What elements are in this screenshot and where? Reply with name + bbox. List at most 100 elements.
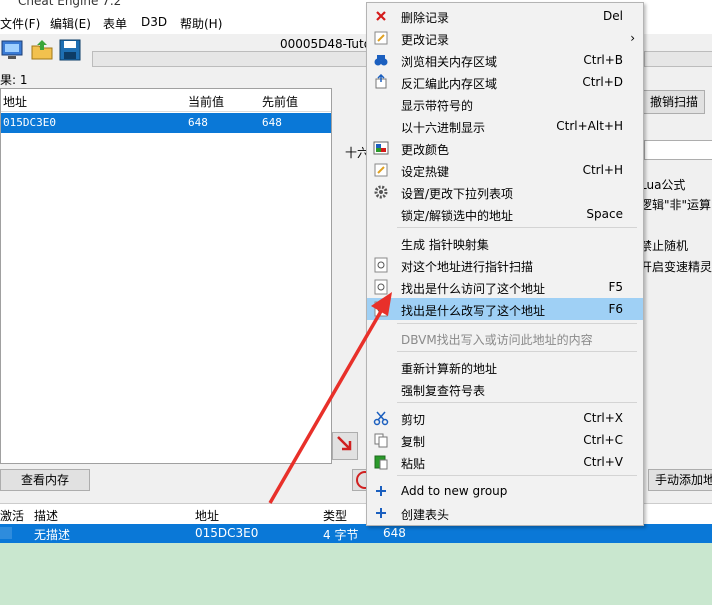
menu-shortcut: F6 bbox=[608, 302, 623, 316]
plus-icon bbox=[373, 505, 389, 521]
menu-label: 锁定/解锁选中的地址 bbox=[401, 209, 514, 223]
col-table-address[interactable]: 地址 bbox=[195, 507, 219, 524]
gear-icon bbox=[373, 184, 389, 200]
menu-item-create-header[interactable]: 创建表头 bbox=[367, 502, 643, 524]
menu-item-find-write[interactable]: 找出是什么改写了这个地址 F6 bbox=[367, 298, 643, 320]
menu-label: 找出是什么访问了这个地址 bbox=[401, 282, 546, 296]
value-input[interactable] bbox=[644, 140, 712, 160]
menu-item-dropdown-list[interactable]: 设置/更改下拉列表项 bbox=[367, 181, 643, 203]
menu-label: 更改颜色 bbox=[401, 143, 450, 157]
menu-label: 创建表头 bbox=[401, 508, 450, 522]
table-row[interactable]: 无描述 015DC3E0 4 字节 648 bbox=[0, 524, 712, 543]
menu-item-set-hotkey[interactable]: 设定热键 Ctrl+H bbox=[367, 159, 643, 181]
menu-item-change-color[interactable]: 更改颜色 bbox=[367, 137, 643, 159]
menu-label: 生成 指针映射集 bbox=[401, 238, 489, 252]
edit-icon bbox=[373, 30, 389, 46]
menu-label: 浏览相关内存区域 bbox=[401, 55, 498, 69]
menu-item-recheck-symbols[interactable]: 强制复查符号表 bbox=[367, 378, 643, 400]
context-menu: 删除记录 Del 更改记录 › 浏览相关内存区域 Ctrl+B 反汇编此内存区域… bbox=[366, 2, 644, 526]
menu-label: 对这个地址进行指针扫描 bbox=[401, 260, 534, 274]
row-type: 4 字节 bbox=[323, 528, 359, 542]
row-current: 648 bbox=[188, 116, 208, 129]
menu-item-browse-memory[interactable]: 浏览相关内存区域 Ctrl+B bbox=[367, 49, 643, 71]
menu-label: 删除记录 bbox=[401, 11, 450, 25]
menu-label: 设置/更改下拉列表项 bbox=[401, 187, 514, 201]
menu-item-add-group[interactable]: Add to new group bbox=[367, 480, 643, 502]
copy-icon bbox=[373, 432, 389, 448]
menu-shortcut: Ctrl+C bbox=[583, 433, 623, 447]
open-process-icon[interactable] bbox=[0, 38, 26, 64]
menu-item-pointer-scan[interactable]: 对这个地址进行指针扫描 bbox=[367, 254, 643, 276]
menu-item-lock-unlock[interactable]: 锁定/解锁选中的地址 Space bbox=[367, 203, 643, 225]
menu-item-cut[interactable]: 剪切 Ctrl+X bbox=[367, 407, 643, 429]
menu-separator bbox=[397, 323, 637, 324]
menu-item-change-record[interactable]: 更改记录 › bbox=[367, 27, 643, 49]
speedhack-option[interactable]: 开启变速精灵 bbox=[640, 258, 712, 275]
menu-shortcut: F5 bbox=[608, 280, 623, 294]
col-type[interactable]: 类型 bbox=[323, 507, 347, 524]
menu-shortcut: Ctrl+Alt+H bbox=[556, 119, 623, 133]
menu-label: 剪切 bbox=[401, 413, 426, 427]
save-icon[interactable] bbox=[58, 38, 84, 64]
menu-shortcut: Ctrl+D bbox=[582, 75, 623, 89]
not-logic-option[interactable]: 逻辑"非"运算 bbox=[640, 196, 711, 213]
menu-shortcut: Ctrl+X bbox=[583, 411, 623, 425]
menu-shortcut: Ctrl+V bbox=[583, 455, 623, 469]
submenu-arrow-icon: › bbox=[630, 31, 635, 45]
result-row[interactable]: 015DC3E0 648 648 bbox=[1, 113, 331, 133]
col-previous[interactable]: 先前值 bbox=[262, 93, 298, 110]
menu-table[interactable]: 表单 bbox=[103, 15, 127, 32]
menu-label: 粘贴 bbox=[401, 457, 426, 471]
menu-item-copy[interactable]: 复制 Ctrl+C bbox=[367, 429, 643, 451]
color-icon bbox=[373, 140, 389, 156]
col-description[interactable]: 描述 bbox=[34, 507, 58, 524]
menu-item-show-signed[interactable]: 显示带符号的 bbox=[367, 93, 643, 115]
menu-label: 复制 bbox=[401, 435, 426, 449]
view-memory-button[interactable]: 查看内存 bbox=[0, 469, 90, 491]
add-to-list-button[interactable] bbox=[332, 432, 358, 460]
add-address-manually-button[interactable]: 手动添加地 bbox=[648, 469, 712, 491]
menu-file[interactable]: 文件(F) bbox=[0, 15, 40, 32]
process-name: 00005D48-Tuto bbox=[280, 37, 372, 51]
menu-item-paste[interactable]: 粘贴 Ctrl+V bbox=[367, 451, 643, 473]
menu-label: DBVM找出写入或访问此地址的内容 bbox=[401, 333, 593, 347]
menu-edit[interactable]: 编辑(E) bbox=[50, 15, 91, 32]
plus-icon bbox=[373, 483, 389, 499]
scan-results-list[interactable]: 地址 当前值 先前值 015DC3E0 648 648 bbox=[0, 88, 332, 464]
menu-label: 设定热键 bbox=[401, 165, 450, 179]
scan-progress-bar bbox=[92, 51, 369, 67]
scan-progress-bar-right bbox=[644, 51, 712, 67]
no-random-option[interactable]: 禁止随机 bbox=[640, 237, 688, 254]
hotkey-icon bbox=[373, 162, 389, 178]
menu-item-dbvm[interactable]: DBVM找出写入或访问此地址的内容 bbox=[367, 327, 643, 349]
menu-item-show-hex[interactable]: 以十六进制显示 Ctrl+Alt+H bbox=[367, 115, 643, 137]
menu-help[interactable]: 帮助(H) bbox=[180, 15, 222, 32]
menu-label: 以十六进制显示 bbox=[401, 121, 486, 135]
menu-label: 反汇编此内存区域 bbox=[401, 77, 498, 91]
paste-icon bbox=[373, 454, 389, 470]
disassemble-icon bbox=[373, 73, 389, 90]
menu-label: 强制复查符号表 bbox=[401, 384, 486, 398]
col-address[interactable]: 地址 bbox=[3, 93, 27, 110]
open-file-icon[interactable] bbox=[30, 38, 56, 64]
delete-x-icon bbox=[373, 8, 389, 24]
find-write-icon bbox=[373, 301, 389, 317]
menu-item-disassemble[interactable]: 反汇编此内存区域 Ctrl+D bbox=[367, 71, 643, 93]
active-checkbox[interactable] bbox=[0, 527, 12, 539]
menu-shortcut: Del bbox=[603, 9, 623, 23]
menu-item-find-access[interactable]: 找出是什么访问了这个地址 F5 bbox=[367, 276, 643, 298]
col-current[interactable]: 当前值 bbox=[188, 93, 224, 110]
menu-shortcut: Ctrl+B bbox=[583, 53, 623, 67]
menu-item-generate-pointermap[interactable]: 生成 指针映射集 bbox=[367, 232, 643, 254]
menu-item-delete[interactable]: 删除记录 Del bbox=[367, 5, 643, 27]
undo-scan-button[interactable]: 撤销扫描 bbox=[643, 90, 705, 114]
lua-formula-option[interactable]: Lua公式 bbox=[640, 176, 685, 193]
menu-label: 更改记录 bbox=[401, 33, 450, 47]
menu-d3d[interactable]: D3D bbox=[141, 15, 167, 29]
menu-separator bbox=[397, 351, 637, 352]
bottom-empty-area bbox=[0, 543, 712, 605]
menu-label: 显示带符号的 bbox=[401, 99, 474, 113]
menu-item-recalculate[interactable]: 重新计算新的地址 bbox=[367, 356, 643, 378]
col-active[interactable]: 激活 bbox=[0, 507, 24, 524]
row-previous: 648 bbox=[262, 116, 282, 129]
